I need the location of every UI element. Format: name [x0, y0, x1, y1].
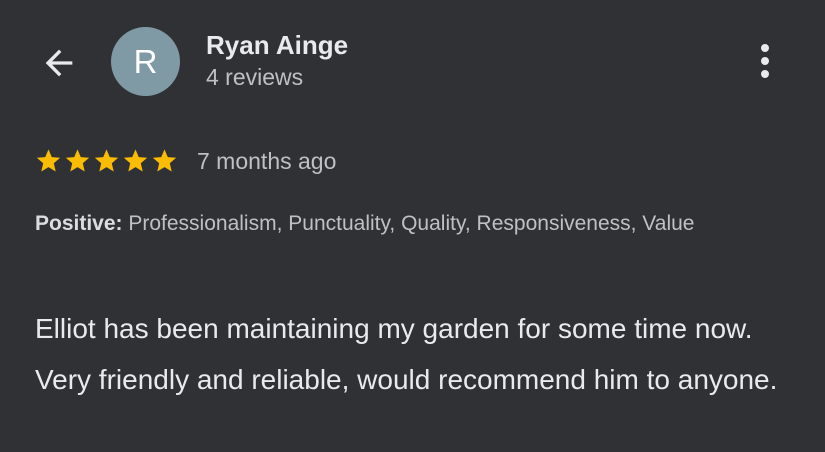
review-date: 7 months ago [197, 148, 337, 174]
arrow-left-icon [45, 49, 73, 77]
star-rating [34, 147, 179, 175]
rating-row: 7 months ago [34, 144, 336, 178]
attributes-value: Professionalism, Punctuality, Quality, R… [122, 212, 695, 235]
star-icon [92, 147, 121, 175]
review-count: 4 reviews [206, 64, 304, 90]
more-vert-icon-dot [761, 44, 769, 52]
review-text: Elliot has been maintaining my garden fo… [35, 313, 778, 395]
star-icon [63, 147, 92, 175]
star-icon [121, 147, 150, 175]
star-icon [150, 147, 179, 175]
avatar-letter: R [133, 43, 158, 80]
star-icon [34, 147, 63, 175]
more-vert-icon-dot [761, 57, 769, 65]
review-header: R Ryan Ainge 4 reviews [0, 0, 825, 120]
attributes-label: Positive: [35, 212, 123, 235]
reviewer-name[interactable]: Ryan Ainge [206, 30, 348, 60]
avatar[interactable]: R [111, 27, 180, 96]
review-attributes: Positive: Professionalism, Punctuality, … [35, 207, 795, 241]
more-vert-icon-dot [761, 70, 769, 78]
more-options-button[interactable] [745, 38, 785, 84]
back-button[interactable] [34, 38, 84, 88]
